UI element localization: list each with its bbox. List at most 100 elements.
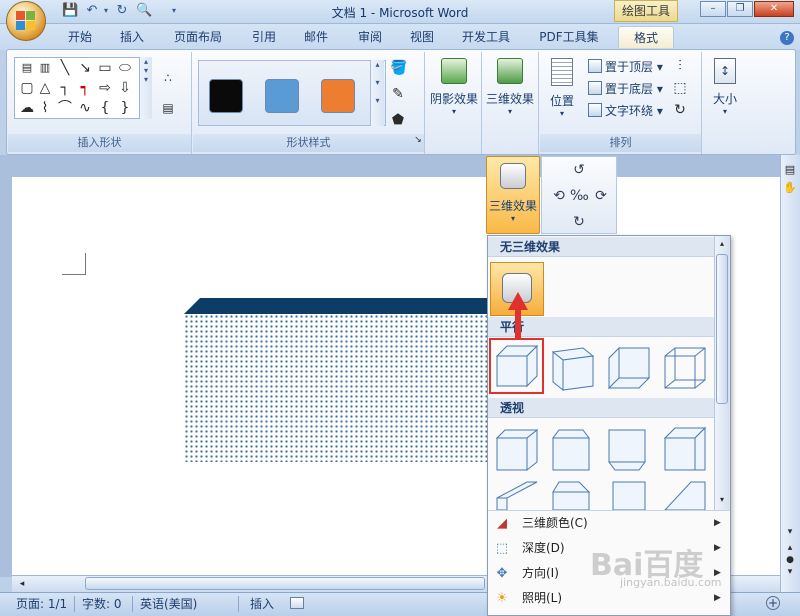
tab-home[interactable]: 开始 xyxy=(60,26,100,48)
elbow-connector-icon[interactable]: ┐ xyxy=(57,80,73,96)
hand-icon[interactable]: ✋ xyxy=(782,180,798,196)
freeform-icon[interactable]: ⌇ xyxy=(37,100,53,116)
text-box-draw-icon[interactable]: ▤ xyxy=(160,100,176,116)
macro-record-icon[interactable] xyxy=(290,597,304,609)
scroll-up-icon[interactable]: ▴ xyxy=(714,236,730,252)
style-orange-swatch[interactable] xyxy=(321,79,355,113)
tab-pdf-tools[interactable]: PDF工具集 xyxy=(530,26,608,48)
group-objects-icon[interactable]: ⬚ xyxy=(672,80,688,96)
position-label: 位置 xyxy=(549,94,574,108)
tilt-up-icon[interactable]: ↺ xyxy=(570,161,588,179)
rotate-icon[interactable]: ↻ xyxy=(672,102,688,118)
restore-button[interactable]: ❐ xyxy=(727,1,753,17)
parallel-cube-4-icon[interactable] xyxy=(661,344,709,392)
chevron-down-icon: ▾ xyxy=(451,107,456,116)
menu-lighting[interactable]: ☀ 照明(L) ▶ xyxy=(488,586,730,611)
rectangle-icon[interactable]: ▭ xyxy=(97,60,113,76)
tab-review[interactable]: 审阅 xyxy=(350,26,390,48)
size-icon: ↕ xyxy=(714,58,736,84)
parallel-cube-3-icon[interactable] xyxy=(605,344,653,392)
elbow-arrow-icon[interactable]: ┑ xyxy=(77,80,93,96)
help-icon[interactable]: ? xyxy=(780,31,794,45)
submenu-arrow-icon: ▶ xyxy=(714,518,721,528)
cloud-icon[interactable]: ☁ xyxy=(19,100,35,116)
right-brace-icon[interactable]: } xyxy=(117,100,133,116)
tab-mailings[interactable]: 邮件 xyxy=(296,26,336,48)
position-button[interactable]: 位置 ▾ xyxy=(544,58,580,118)
text-box-icon[interactable]: ▤ xyxy=(19,60,35,76)
3d-effects-button[interactable]: 三维效果 ▾ xyxy=(486,156,540,234)
perspective-cube-4-icon[interactable] xyxy=(661,424,709,472)
scroll-down-icon[interactable]: ▾ xyxy=(714,492,730,508)
rounded-rectangle-icon[interactable]: ▢ xyxy=(19,80,35,96)
view-ruler-icon[interactable]: ▤ xyxy=(782,162,798,178)
dropdown-scroll-thumb[interactable] xyxy=(716,254,728,404)
shadow-effects-button[interactable]: 阴影效果 ▾ xyxy=(428,58,480,116)
office-button[interactable] xyxy=(6,1,46,41)
status-language[interactable]: 英语(美国) xyxy=(140,594,197,614)
minimize-button[interactable]: – xyxy=(700,1,726,17)
status-insert-mode[interactable]: 插入 xyxy=(250,594,274,614)
chevron-down-icon: ▾ xyxy=(559,109,564,118)
tab-references[interactable]: 引用 xyxy=(244,26,284,48)
parallel-cube-2-icon[interactable] xyxy=(549,344,597,392)
oval-icon[interactable]: ⬭ xyxy=(117,60,133,76)
arrow-line-icon[interactable]: ↘ xyxy=(77,60,93,76)
perspective-cube-8-icon[interactable] xyxy=(661,478,709,510)
shape-styles-scroll[interactable]: ▴ ▾ ▾ xyxy=(370,60,384,126)
send-to-back-button[interactable]: 置于底层 ▾ xyxy=(588,80,663,98)
3d-effects-ribbon-button[interactable]: 三维效果 ▾ xyxy=(484,58,536,116)
size-button[interactable]: ↕ 大小 ▾ xyxy=(706,58,744,116)
bring-to-front-button[interactable]: 置于顶层 ▾ xyxy=(588,58,663,76)
change-shape-icon[interactable]: ⬟ xyxy=(390,112,406,128)
tab-developer[interactable]: 开发工具 xyxy=(456,26,516,48)
perspective-cube-6-icon[interactable] xyxy=(549,478,597,510)
tab-format[interactable]: 格式 xyxy=(618,26,674,48)
tab-insert[interactable]: 插入 xyxy=(112,26,152,48)
vertical-text-box-icon[interactable]: ▥ xyxy=(37,60,53,76)
shapes-gallery-scroll[interactable]: ▴ ▾ ▾ xyxy=(139,57,152,119)
tab-view[interactable]: 视图 xyxy=(402,26,442,48)
right-arrow-icon[interactable]: ⇨ xyxy=(97,80,113,96)
parallel-cube-1-icon[interactable] xyxy=(493,342,541,390)
perspective-cube-2-icon[interactable] xyxy=(549,424,597,472)
shape-fill-icon[interactable]: 🪣 xyxy=(390,60,407,76)
menu-3d-color[interactable]: ◢ 三维颜色(C) ▶ xyxy=(488,511,730,536)
shape-outline-icon[interactable]: ✎ xyxy=(390,86,406,102)
status-page[interactable]: 页面: 1/1 xyxy=(16,594,67,614)
tilt-down-icon[interactable]: ↻ xyxy=(570,213,588,231)
triangle-icon[interactable]: △ xyxy=(37,80,53,96)
tab-page-layout[interactable]: 页面布局 xyxy=(170,26,226,48)
shape-patterned-rectangle[interactable] xyxy=(184,314,494,462)
perspective-header: 透视 xyxy=(488,398,714,418)
curve-icon[interactable]: ∿ xyxy=(77,100,93,116)
style-blue-swatch[interactable] xyxy=(265,79,299,113)
tilt-left-icon[interactable]: ⟲ xyxy=(550,187,568,205)
close-button[interactable]: ✕ xyxy=(754,1,794,17)
submenu-arrow-icon: ▶ xyxy=(714,593,721,603)
tilt-right-icon[interactable]: ⟳ xyxy=(592,187,610,205)
shape-3d-top-face[interactable] xyxy=(184,298,494,314)
dialog-launcher-icon[interactable]: ↘ xyxy=(410,132,426,148)
3d-on-off-icon[interactable]: ‰ xyxy=(570,187,589,205)
arc-icon[interactable]: ⌒ xyxy=(57,100,73,116)
scroll-down-icon[interactable]: ▾ xyxy=(782,524,798,540)
perspective-cube-5-icon[interactable] xyxy=(493,478,541,510)
left-brace-icon[interactable]: { xyxy=(97,100,113,116)
line-icon[interactable]: ╲ xyxy=(57,60,73,76)
perspective-cube-1-icon[interactable] xyxy=(493,424,541,472)
shape-styles-gallery[interactable] xyxy=(198,60,386,126)
align-icon[interactable]: ⫶ xyxy=(672,58,688,74)
next-page-icon[interactable]: ▾ xyxy=(782,564,798,580)
down-arrow-icon[interactable]: ⇩ xyxy=(117,80,133,96)
shapes-gallery[interactable]: ▤ ▥ ╲ ↘ ▭ ⬭ ▢ △ ┐ ┑ ⇨ ⇩ ☁ ⌇ ⌒ ∿ { } xyxy=(14,57,152,119)
zoom-in-icon[interactable]: + xyxy=(766,596,780,610)
perspective-cube-3-icon[interactable] xyxy=(605,424,653,472)
status-word-count[interactable]: 字数: 0 xyxy=(82,594,122,614)
style-black-swatch[interactable] xyxy=(209,79,243,113)
perspective-cube-7-icon[interactable] xyxy=(605,478,653,510)
scroll-left-icon[interactable]: ◂ xyxy=(14,576,30,592)
text-wrapping-button[interactable]: 文字环绕 ▾ xyxy=(588,102,663,120)
edit-points-icon[interactable]: ∴ xyxy=(160,70,176,86)
horizontal-scroll-thumb[interactable] xyxy=(85,577,485,590)
